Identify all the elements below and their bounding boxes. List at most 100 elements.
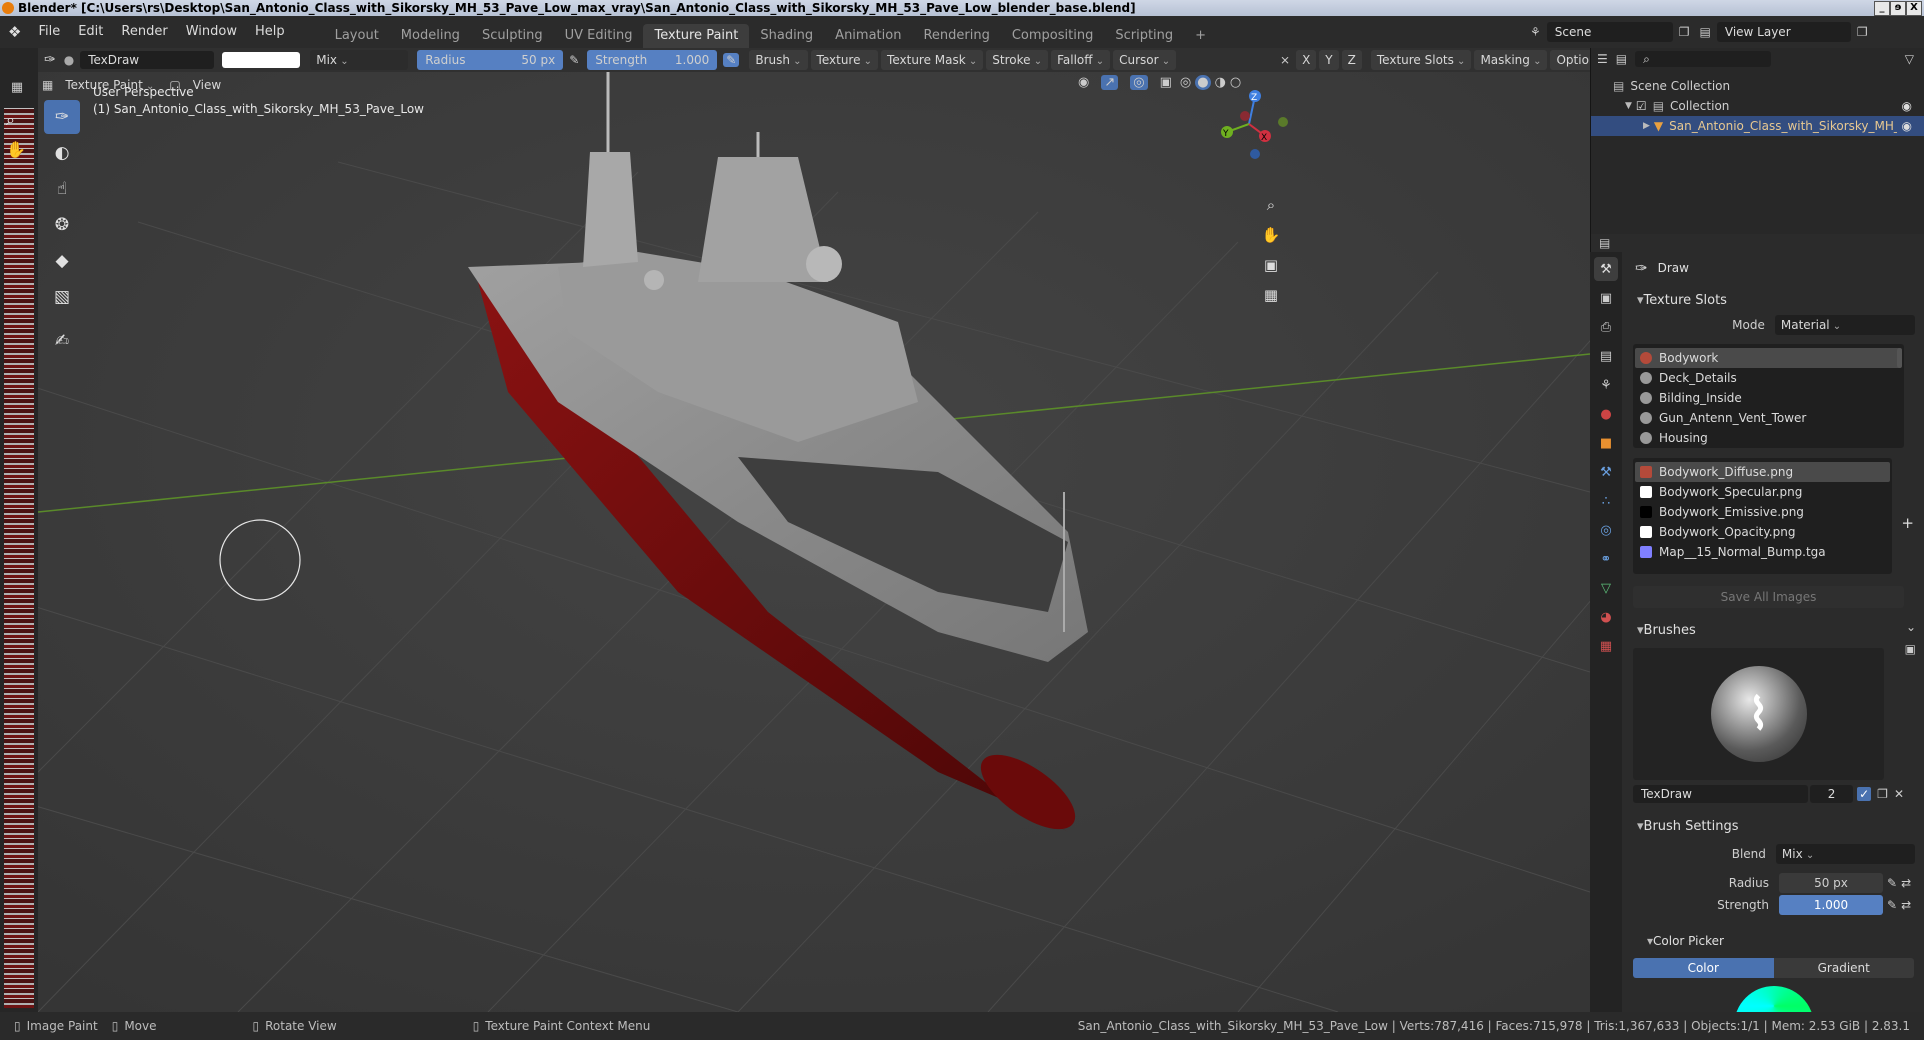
outliner-scene-collection[interactable]: ▤ Scene Collection xyxy=(1591,76,1924,96)
blender-menu-icon[interactable]: ❖ xyxy=(0,16,29,48)
soften-tool[interactable]: ◐ xyxy=(44,136,80,170)
render-tab-icon[interactable]: ▣ xyxy=(1594,286,1618,310)
tool-icon[interactable]: ✑ xyxy=(44,52,56,68)
brush-preview[interactable]: ⌇ xyxy=(1633,648,1884,780)
brush-image-icon[interactable]: ▣ xyxy=(1905,642,1916,656)
color-wheel[interactable] xyxy=(1733,986,1814,1012)
display-mode-icon[interactable]: ▤ xyxy=(1616,52,1627,66)
add-workspace-button[interactable]: + xyxy=(1184,24,1217,48)
expand-arrow-icon[interactable]: ▶ xyxy=(1643,121,1650,131)
radius-unit-icon[interactable]: ⇄ xyxy=(1901,876,1911,890)
filter-icon[interactable]: ▽ xyxy=(1905,52,1914,66)
gizmo-neg-x-handle[interactable] xyxy=(1240,111,1250,121)
visibility-icon[interactable]: ◉ xyxy=(1078,75,1089,90)
list-item[interactable]: Housing xyxy=(1635,428,1902,448)
checkbox-icon[interactable]: ☑ xyxy=(1636,99,1647,113)
strength-field[interactable]: Strength 1.000 xyxy=(587,50,718,70)
fake-user-shield-icon[interactable]: ✓ xyxy=(1857,787,1872,801)
editor-type-icon[interactable]: ▦ xyxy=(42,78,53,92)
pan-hand-icon[interactable]: ✋ xyxy=(1258,220,1284,250)
fill-tool[interactable]: ◆ xyxy=(44,244,80,278)
brush-name-field[interactable]: TexDraw xyxy=(1633,785,1808,803)
gizmo-neg-z-handle[interactable] xyxy=(1250,149,1260,159)
radius-field[interactable]: Radius 50 px xyxy=(417,50,564,70)
mirror-x-toggle[interactable]: X xyxy=(1296,50,1317,70)
save-all-images-button[interactable]: Save All Images xyxy=(1633,586,1904,608)
menu-window[interactable]: Window xyxy=(177,16,246,48)
new-scene-icon[interactable]: ❐ xyxy=(1679,25,1690,39)
material-tab-icon[interactable]: ◕ xyxy=(1594,605,1618,629)
camera-icon[interactable]: ▣ xyxy=(1258,250,1284,280)
list-item[interactable]: Deck_Details xyxy=(1635,368,1902,388)
view-layer-tab-icon[interactable]: ▤ xyxy=(1594,344,1618,368)
pan-hand-icon[interactable]: ✋ xyxy=(6,140,30,164)
stroke-menu[interactable]: Stroke xyxy=(986,50,1049,70)
outliner-collection[interactable]: ▼ ☑ ▤ Collection ◉ xyxy=(1591,96,1924,116)
brush-menu[interactable]: Brush xyxy=(749,50,808,70)
list-item[interactable]: Bodywork_Diffuse.png xyxy=(1635,462,1890,482)
list-item[interactable]: Bodywork_Opacity.png xyxy=(1635,522,1890,542)
brushes-panel-header[interactable]: Brushes xyxy=(1629,620,1918,642)
outliner-object-row[interactable]: ▶ ▼ San_Antonio_Class_with_Sikorsky_MH_5… xyxy=(1591,116,1924,136)
constraints-tab-icon[interactable]: ⚭ xyxy=(1594,547,1618,571)
world-tab-icon[interactable]: ● xyxy=(1594,402,1618,426)
strength-unit-icon[interactable]: ⇄ xyxy=(1901,898,1911,912)
list-item[interactable]: Bodywork_Emissive.png xyxy=(1635,502,1890,522)
3d-viewport[interactable]: User Perspective (1) San_Antonio_Class_w… xyxy=(38,72,1590,1012)
image-list[interactable]: Bodywork_Diffuse.png Bodywork_Specular.p… xyxy=(1633,458,1892,574)
gizmo-neg-y-handle[interactable] xyxy=(1278,117,1288,127)
blend-mode-dropdown[interactable]: Mix xyxy=(310,50,409,70)
strength-field[interactable]: 1.000 xyxy=(1779,895,1883,915)
menu-file[interactable]: File xyxy=(29,16,69,48)
tab-animation[interactable]: Animation xyxy=(824,24,912,48)
outliner-search-input[interactable]: ⌕ xyxy=(1635,51,1772,67)
scene-name-field[interactable]: Scene xyxy=(1546,22,1673,42)
color-picker-panel-header[interactable]: Color Picker xyxy=(1629,930,1918,952)
radius-pressure-icon[interactable]: ✎ xyxy=(1887,876,1897,890)
particles-tab-icon[interactable]: ∴ xyxy=(1594,489,1618,513)
menu-help[interactable]: Help xyxy=(246,16,294,48)
visibility-eye-icon[interactable]: ◉ xyxy=(1902,99,1912,113)
editor-type-icon[interactable]: ☰ xyxy=(1597,52,1608,66)
clone-tool[interactable]: ❂ xyxy=(44,208,80,242)
tab-scripting[interactable]: Scripting xyxy=(1104,24,1184,48)
menu-render[interactable]: Render xyxy=(112,16,176,48)
texture-menu[interactable]: Texture xyxy=(810,50,879,70)
visibility-eye-icon[interactable]: ◉ xyxy=(1902,119,1912,133)
strength-pressure-icon[interactable]: ✎ xyxy=(1887,898,1897,912)
brush-settings-panel-header[interactable]: Brush Settings xyxy=(1629,816,1918,838)
tab-compositing[interactable]: Compositing xyxy=(1001,24,1105,48)
new-view-layer-icon[interactable]: ❐ xyxy=(1857,25,1868,39)
mask-toggle-icon[interactable]: ▢ xyxy=(169,78,180,92)
interaction-mode-dropdown[interactable]: Texture Paint xyxy=(59,75,160,95)
close-button[interactable]: X xyxy=(1906,1,1922,16)
brush-users-count[interactable]: 2 xyxy=(1809,785,1854,803)
unlink-brush-icon[interactable]: ✕ xyxy=(1894,787,1904,801)
list-item[interactable]: Gun_Antenn_Vent_Tower xyxy=(1635,408,1902,428)
tab-shading[interactable]: Shading xyxy=(749,24,824,48)
mask-tool[interactable]: ▧ xyxy=(44,280,80,314)
brush-color-swatch[interactable] xyxy=(222,52,301,68)
solid-shading-icon[interactable]: ● xyxy=(1195,75,1211,90)
tab-rendering[interactable]: Rendering xyxy=(912,24,1000,48)
smear-tool[interactable]: ☝ xyxy=(44,172,80,206)
duplicate-brush-icon[interactable]: ❐ xyxy=(1877,787,1888,801)
blend-dropdown[interactable]: Mix xyxy=(1775,844,1915,864)
list-scrollbar[interactable] xyxy=(1897,348,1902,368)
tool-tab-icon[interactable]: ⚒ xyxy=(1594,257,1618,281)
mirror-z-toggle[interactable]: Z xyxy=(1341,50,1362,70)
annotate-tool[interactable]: ✍ xyxy=(44,324,80,358)
tab-sculpting[interactable]: Sculpting xyxy=(471,24,554,48)
zoom-icon[interactable]: ⌕ xyxy=(1258,190,1284,220)
tab-color[interactable]: Color xyxy=(1633,958,1774,978)
object-tab-icon[interactable]: ■ xyxy=(1594,431,1618,455)
material-shading-icon[interactable]: ◑ xyxy=(1215,75,1226,90)
list-item[interactable]: Map__15_Normal_Bump.tga xyxy=(1635,542,1890,562)
output-tab-icon[interactable]: ⎙ xyxy=(1594,315,1618,339)
radius-field[interactable]: 50 px xyxy=(1779,873,1883,893)
radius-pressure-icon[interactable]: ✎ xyxy=(569,53,579,67)
wireframe-shading-icon[interactable]: ◎ xyxy=(1180,75,1191,90)
list-item[interactable]: Bodywork_Specular.png xyxy=(1635,482,1890,502)
texture-slots-panel-header[interactable]: Texture Slots xyxy=(1629,290,1918,312)
view-menu[interactable]: View xyxy=(187,75,227,95)
